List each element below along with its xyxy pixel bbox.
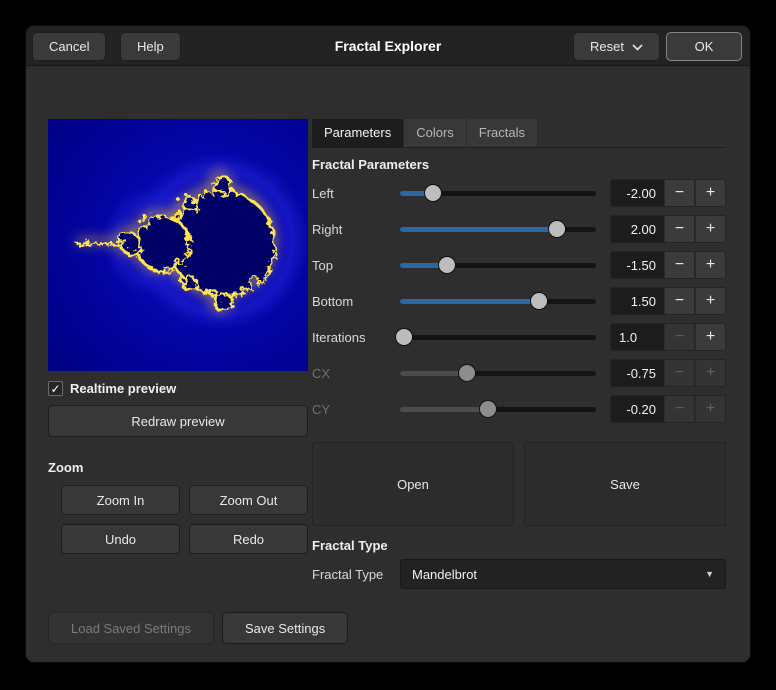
reset-button-label: Reset [590,39,624,54]
cy-decrement-button: − [664,395,695,423]
mandelbrot-preview-svg [48,119,308,371]
realtime-preview-label: Realtime preview [70,381,176,396]
slider-value-entry[interactable]: -2.00 [610,179,664,207]
cy-increment-button: + [695,395,726,423]
fractal-type-dropdown[interactable]: Mandelbrot ▼ [400,559,726,589]
fractal-type-heading: Fractal Type [312,538,726,553]
tab-fractals[interactable]: Fractals [467,119,538,147]
slider-row-cx: CX -0.75 − + [312,355,726,391]
slider-fill [400,371,467,376]
slider-value-entry[interactable]: -0.75 [610,359,664,387]
slider-thumb[interactable] [548,220,566,238]
slider-row-right: Right 2.00 − + [312,211,726,247]
slider-row-cy: CY -0.20 − + [312,391,726,427]
realtime-preview-checkbox[interactable]: ✓ [48,381,63,396]
redo-button[interactable]: Redo [189,524,308,554]
slider-fill [400,299,539,304]
titlebar: Cancel Help Fractal Explorer Reset OK [26,26,750,66]
slider-track [400,407,596,412]
top-increment-button[interactable]: + [695,251,726,279]
load-saved-settings-button: Load Saved Settings [48,612,214,644]
slider-label: Left [312,186,400,201]
dialog-content: ✓ Realtime preview Redraw preview Zoom Z… [26,66,750,661]
tab-colors[interactable]: Colors [404,119,467,147]
cx-decrement-button: − [664,359,695,387]
slider-thumb[interactable] [530,292,548,310]
zoom-button-grid: Zoom In Zoom Out Undo Redo [48,485,308,554]
top-decrement-button[interactable]: − [664,251,695,279]
left-increment-button[interactable]: + [695,179,726,207]
bottom-decrement-button[interactable]: − [664,287,695,315]
save-settings-button[interactable]: Save Settings [222,612,348,644]
fractal-type-row: Fractal Type Mandelbrot ▼ [312,559,726,589]
slider-label: Iterations [312,330,400,345]
slider-row-iterations: Iterations 1.0 − + [312,319,726,355]
right-increment-button[interactable]: + [695,215,726,243]
slider-thumb [458,364,476,382]
slider-label: Bottom [312,294,400,309]
zoom-section-heading: Zoom [48,460,308,475]
slider-thumb[interactable] [438,256,456,274]
help-button[interactable]: Help [120,32,181,61]
zoom-in-button[interactable]: Zoom In [61,485,180,515]
slider-value-entry[interactable]: 1.0 [610,323,664,351]
slider-thumb[interactable] [395,328,413,346]
slider-track [400,371,596,376]
slider-track[interactable] [400,335,596,340]
sliders-list: Left -2.00 − + Right 2.00 − + Top -1.50 … [312,175,726,427]
iterations-increment-button[interactable]: + [695,323,726,351]
dropdown-arrow-icon: ▼ [705,569,714,579]
tab-parameters[interactable]: Parameters [312,119,404,147]
slider-thumb [479,400,497,418]
redraw-preview-button[interactable]: Redraw preview [48,405,308,437]
fractal-explorer-dialog: Cancel Help Fractal Explorer Reset OK [26,26,750,662]
slider-value-entry[interactable]: -1.50 [610,251,664,279]
slider-label: CX [312,366,400,381]
slider-row-left: Left -2.00 − + [312,175,726,211]
tab-bar: Parameters Colors Fractals [312,119,726,148]
slider-track[interactable] [400,263,596,268]
slider-track[interactable] [400,191,596,196]
reset-button[interactable]: Reset [573,32,660,61]
slider-fill [400,407,488,412]
fractal-type-label: Fractal Type [312,567,400,582]
fractal-preview-image [48,119,308,371]
open-button[interactable]: Open [312,442,514,526]
slider-row-top: Top -1.50 − + [312,247,726,283]
slider-track[interactable] [400,227,596,232]
slider-fill [400,227,557,232]
undo-button[interactable]: Undo [61,524,180,554]
left-decrement-button[interactable]: − [664,179,695,207]
slider-row-bottom: Bottom 1.50 − + [312,283,726,319]
preview-column: ✓ Realtime preview Redraw preview Zoom Z… [48,119,308,554]
bottom-increment-button[interactable]: + [695,287,726,315]
cancel-button[interactable]: Cancel [32,32,106,61]
save-button[interactable]: Save [524,442,726,526]
footer-button-row: Load Saved Settings Save Settings [48,612,348,644]
slider-label: CY [312,402,400,417]
slider-track[interactable] [400,299,596,304]
slider-value-entry[interactable]: 1.50 [610,287,664,315]
cx-increment-button: + [695,359,726,387]
fractal-parameters-heading: Fractal Parameters [312,157,726,172]
realtime-preview-toggle[interactable]: ✓ Realtime preview [48,381,308,396]
ok-button[interactable]: OK [666,32,742,61]
chevron-down-icon [632,39,643,54]
slider-value-entry[interactable]: 2.00 [610,215,664,243]
settings-column: Parameters Colors Fractals Fractal Param… [312,119,726,589]
iterations-decrement-button: − [664,323,695,351]
slider-value-entry[interactable]: -0.20 [610,395,664,423]
fractal-type-selected-value: Mandelbrot [412,567,477,582]
slider-label: Right [312,222,400,237]
slider-label: Top [312,258,400,273]
zoom-out-button[interactable]: Zoom Out [189,485,308,515]
file-button-row: Open Save [312,442,726,526]
right-decrement-button[interactable]: − [664,215,695,243]
slider-thumb[interactable] [424,184,442,202]
